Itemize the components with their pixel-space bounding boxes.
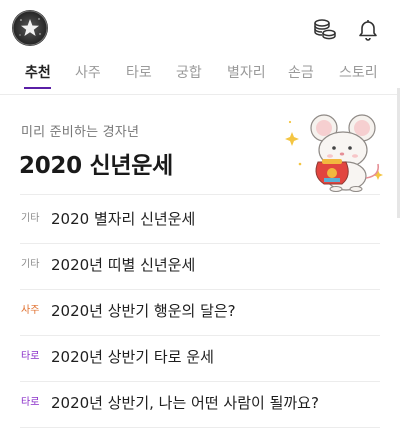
tab-saju[interactable]: 사주	[75, 64, 101, 82]
category-label: 기타	[21, 259, 40, 270]
active-tab-indicator	[24, 87, 51, 89]
coins-icon[interactable]	[312, 16, 338, 42]
list-item-title: 2020년 띠별 신년운세	[51, 256, 196, 274]
star-avatar-icon[interactable]	[12, 10, 48, 46]
divider	[20, 427, 380, 428]
list-item[interactable]: 기타 2020 별자리 신년운세	[0, 197, 400, 243]
app-screen: 추천 사주 타로 궁합 별자리 손금 스토리 미리 준비하는 경자년 2020 …	[0, 0, 400, 437]
category-tabs: 추천 사주 타로 궁합 별자리 손금 스토리	[0, 58, 400, 95]
mouse-mascot-illustration	[278, 112, 390, 192]
list-item[interactable]: 타로 2020년 상반기 타로 운세	[0, 335, 400, 381]
category-label: 타로	[21, 351, 40, 362]
list-item[interactable]: 타로 2020년 상반기, 나는 어떤 사람이 될까요?	[0, 381, 400, 427]
tab-zodiac[interactable]: 별자리	[227, 64, 266, 82]
list-item-title: 2020년 상반기 행운의 달은?	[51, 302, 236, 320]
list-item-title: 2020년 상반기 타로 운세	[51, 348, 214, 366]
list-item-title: 2020년 상반기, 나는 어떤 사람이 될까요?	[51, 394, 319, 412]
tab-recommended[interactable]: 추천	[25, 64, 51, 82]
divider	[20, 194, 380, 195]
top-bar	[0, 0, 400, 58]
tab-palmistry[interactable]: 손금	[288, 64, 314, 82]
list-item[interactable]: 사주 2020년 상반기 행운의 달은?	[0, 289, 400, 335]
category-label: 기타	[21, 213, 40, 224]
tab-story[interactable]: 스토리	[339, 64, 378, 82]
bell-icon[interactable]	[355, 16, 381, 42]
hero-subtitle: 미리 준비하는 경자년	[21, 125, 140, 140]
list-item-title: 2020 별자리 신년운세	[51, 210, 196, 228]
category-label: 사주	[21, 305, 40, 316]
hero-title[interactable]: 2020 신년운세	[19, 146, 173, 180]
tab-tarot[interactable]: 타로	[126, 64, 152, 82]
list-item[interactable]: 기타 2020년 띠별 신년운세	[0, 243, 400, 289]
category-label: 타로	[21, 397, 40, 408]
tab-compatibility[interactable]: 궁합	[176, 64, 202, 82]
